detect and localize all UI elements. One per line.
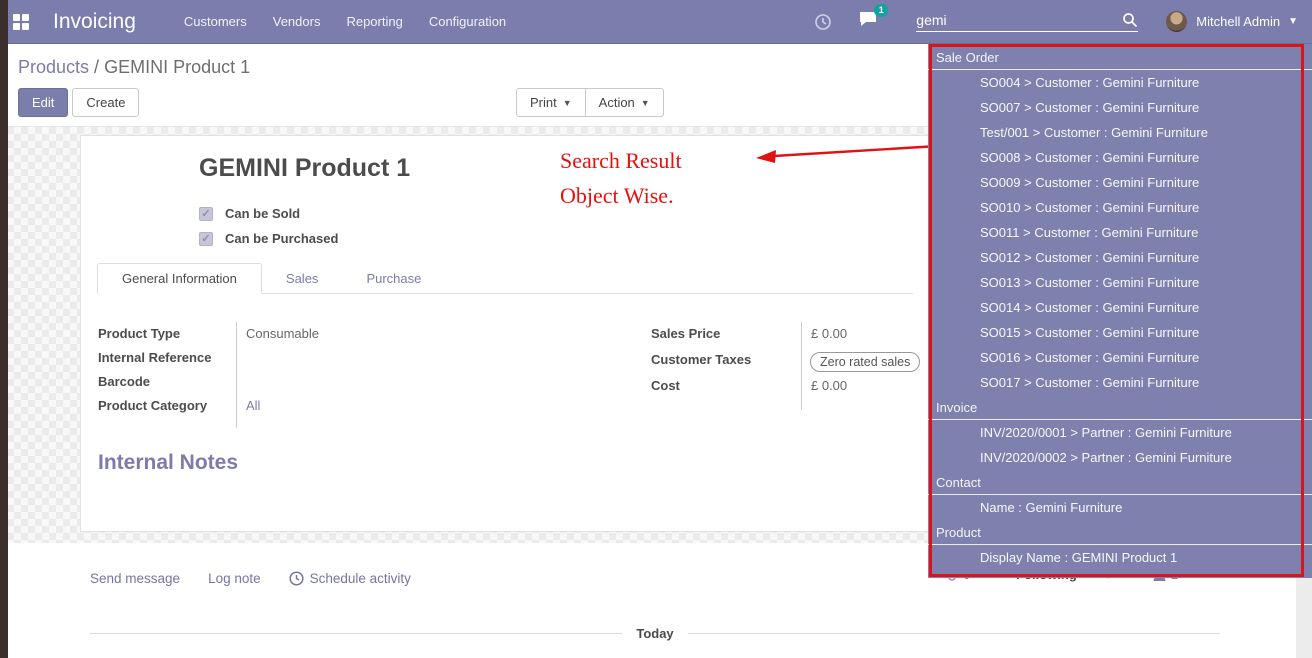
field-label: Customer Taxes bbox=[651, 352, 801, 367]
search-result-item[interactable]: SO016 > Customer : Gemini Furniture bbox=[928, 345, 1312, 370]
field-label: Internal Reference bbox=[98, 350, 236, 365]
search-result-item[interactable]: Name : Gemini Furniture bbox=[928, 495, 1312, 520]
field-value: Consumable bbox=[246, 326, 319, 341]
schedule-clock-icon bbox=[289, 571, 304, 586]
left-edge-strip bbox=[0, 0, 8, 658]
can-be-purchased-row: ✓ Can be Purchased bbox=[199, 231, 338, 246]
annotation-text-line2: Object Wise. bbox=[560, 183, 674, 209]
menu-configuration[interactable]: Configuration bbox=[429, 14, 506, 29]
edit-button[interactable]: Edit bbox=[18, 88, 68, 117]
field-divider bbox=[801, 322, 802, 410]
field-label: Product Type bbox=[98, 326, 236, 341]
search-result-item[interactable]: INV/2020/0002 > Partner : Gemini Furnitu… bbox=[928, 445, 1312, 470]
apps-menu-icon[interactable] bbox=[13, 14, 29, 30]
field-label: Sales Price bbox=[651, 326, 801, 341]
create-button[interactable]: Create bbox=[72, 88, 139, 117]
main-menu: Customers Vendors Reporting Configuratio… bbox=[184, 14, 506, 29]
search-icon[interactable] bbox=[1122, 12, 1138, 28]
user-name: Mitchell Admin bbox=[1196, 14, 1280, 29]
field-group-right: Sales Price £ 0.00 Customer Taxes Zero r… bbox=[651, 326, 921, 404]
field-internal-reference: Internal Reference bbox=[98, 350, 598, 372]
print-dropdown-button[interactable]: Print ▼ bbox=[516, 88, 586, 117]
breadcrumb-separator: / bbox=[89, 57, 104, 77]
field-product-category: Product Category All bbox=[98, 398, 598, 420]
search-result-item[interactable]: SO014 > Customer : Gemini Furniture bbox=[928, 295, 1312, 320]
section-header-product: Product bbox=[928, 520, 1312, 545]
chevron-down-icon: ▼ bbox=[641, 98, 650, 108]
today-label: Today bbox=[622, 626, 687, 641]
tab-sales[interactable]: Sales bbox=[262, 263, 343, 293]
menu-reporting[interactable]: Reporting bbox=[346, 14, 402, 29]
product-title: GEMINI Product 1 bbox=[199, 154, 410, 183]
global-search bbox=[916, 12, 1138, 32]
schedule-activity-button[interactable]: Schedule activity bbox=[310, 571, 411, 586]
field-barcode: Barcode bbox=[98, 374, 598, 396]
field-sales-price: Sales Price £ 0.00 bbox=[651, 326, 921, 348]
breadcrumb: Products / GEMINI Product 1 bbox=[18, 57, 250, 78]
product-form-sheet: GEMINI Product 1 ✓ Can be Sold ✓ Can be … bbox=[80, 135, 930, 532]
menu-customers[interactable]: Customers bbox=[184, 14, 247, 29]
breadcrumb-products-link[interactable]: Products bbox=[18, 57, 89, 77]
field-group-left: Product Type Consumable Internal Referen… bbox=[98, 326, 598, 422]
app-title: Invoicing bbox=[53, 10, 136, 34]
log-note-button[interactable]: Log note bbox=[208, 571, 261, 586]
search-result-item[interactable]: SO017 > Customer : Gemini Furniture bbox=[928, 370, 1312, 395]
tab-general-information[interactable]: General Information bbox=[97, 263, 262, 294]
menu-vendors[interactable]: Vendors bbox=[273, 14, 321, 29]
section-header-contact: Contact bbox=[928, 470, 1312, 495]
search-result-item[interactable]: Display Name : GEMINI Product 1 bbox=[928, 545, 1312, 570]
search-result-item[interactable]: SO004 > Customer : Gemini Furniture bbox=[928, 70, 1312, 95]
section-header-sale-order: Sale Order bbox=[928, 45, 1312, 70]
print-label: Print bbox=[530, 95, 557, 110]
action-dropdown-button[interactable]: Action ▼ bbox=[585, 88, 664, 117]
today-divider: Today bbox=[90, 626, 1220, 641]
internal-notes-heading: Internal Notes bbox=[98, 451, 238, 475]
field-label: Cost bbox=[651, 378, 801, 393]
annotation-text-line1: Search Result bbox=[560, 148, 682, 174]
can-be-sold-checkbox[interactable]: ✓ bbox=[199, 207, 213, 221]
breadcrumb-current: GEMINI Product 1 bbox=[104, 57, 250, 77]
messages-button[interactable]: 1 bbox=[858, 10, 878, 33]
field-label: Barcode bbox=[98, 374, 236, 389]
tab-purchase[interactable]: Purchase bbox=[342, 263, 445, 293]
send-message-button[interactable]: Send message bbox=[90, 571, 180, 586]
field-label: Product Category bbox=[98, 398, 236, 413]
search-result-item[interactable]: INV/2020/0001 > Partner : Gemini Furnitu… bbox=[928, 420, 1312, 445]
search-input[interactable] bbox=[916, 12, 1122, 28]
annotation-arrow bbox=[752, 138, 942, 168]
can-be-sold-label: Can be Sold bbox=[225, 206, 300, 221]
search-result-item[interactable]: SO007 > Customer : Gemini Furniture bbox=[928, 95, 1312, 120]
can-be-sold-row: ✓ Can be Sold bbox=[199, 206, 300, 221]
field-customer-taxes: Customer Taxes Zero rated sales bbox=[651, 352, 921, 374]
product-category-link[interactable]: All bbox=[246, 398, 260, 413]
can-be-purchased-label: Can be Purchased bbox=[225, 231, 338, 246]
field-product-type: Product Type Consumable bbox=[98, 326, 598, 348]
search-results-dropdown: Sale Order SO004 > Customer : Gemini Fur… bbox=[928, 44, 1312, 578]
search-result-item[interactable]: SO008 > Customer : Gemini Furniture bbox=[928, 145, 1312, 170]
section-header-invoice: Invoice bbox=[928, 395, 1312, 420]
top-navbar: Invoicing Customers Vendors Reporting Co… bbox=[0, 0, 1312, 44]
search-result-item[interactable]: SO015 > Customer : Gemini Furniture bbox=[928, 320, 1312, 345]
search-result-item[interactable]: SO012 > Customer : Gemini Furniture bbox=[928, 245, 1312, 270]
message-count-badge: 1 bbox=[874, 4, 888, 17]
field-cost: Cost £ 0.00 bbox=[651, 378, 921, 400]
search-result-item[interactable]: SO013 > Customer : Gemini Furniture bbox=[928, 270, 1312, 295]
user-avatar bbox=[1166, 11, 1187, 32]
activities-clock-icon[interactable] bbox=[814, 13, 832, 31]
customer-tax-pill[interactable]: Zero rated sales bbox=[810, 352, 920, 372]
action-label: Action bbox=[599, 95, 635, 110]
user-menu[interactable]: Mitchell Admin ▼ bbox=[1166, 11, 1298, 32]
search-result-item[interactable]: SO009 > Customer : Gemini Furniture bbox=[928, 170, 1312, 195]
scrollbar-track[interactable] bbox=[1296, 578, 1312, 658]
field-value: £ 0.00 bbox=[811, 326, 847, 341]
chevron-down-icon: ▼ bbox=[1288, 16, 1298, 27]
chevron-down-icon: ▼ bbox=[563, 98, 572, 108]
search-result-item[interactable]: Test/001 > Customer : Gemini Furniture bbox=[928, 120, 1312, 145]
search-result-item[interactable]: SO011 > Customer : Gemini Furniture bbox=[928, 220, 1312, 245]
notebook-tabs: General Information Sales Purchase bbox=[97, 263, 913, 294]
field-divider bbox=[236, 322, 237, 428]
search-result-item[interactable]: SO010 > Customer : Gemini Furniture bbox=[928, 195, 1312, 220]
field-value: £ 0.00 bbox=[811, 378, 847, 393]
can-be-purchased-checkbox[interactable]: ✓ bbox=[199, 232, 213, 246]
